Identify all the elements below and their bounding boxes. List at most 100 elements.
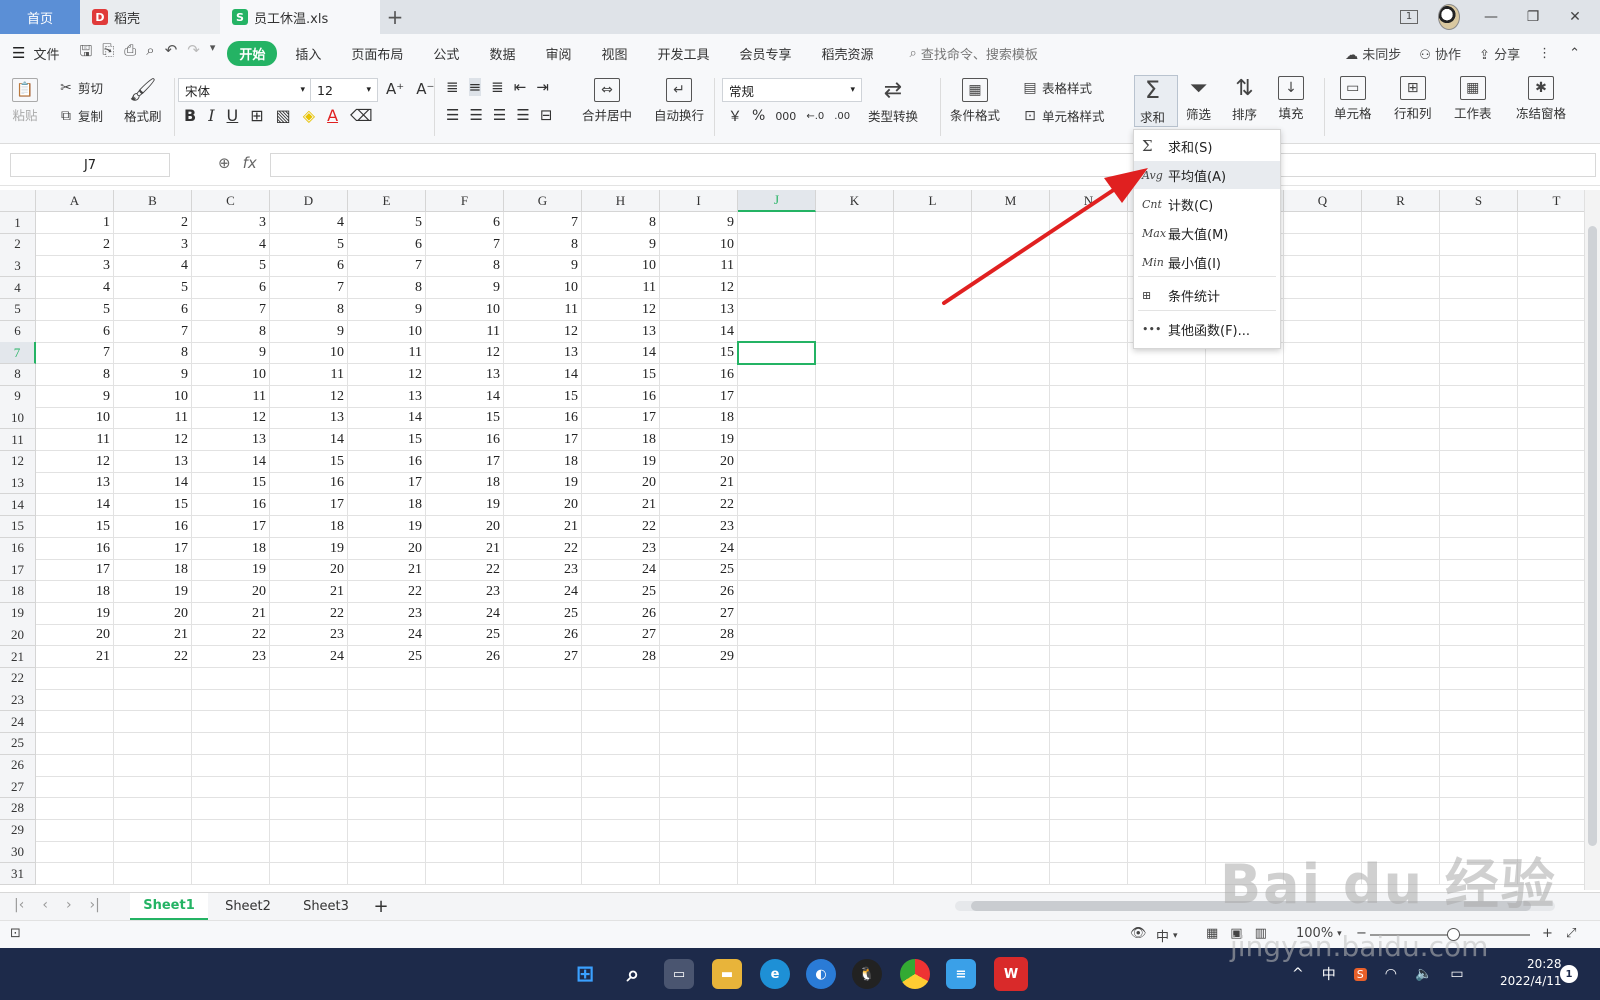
cell[interactable]: 10 xyxy=(504,277,582,300)
cell[interactable] xyxy=(894,732,972,755)
cell[interactable]: 21 xyxy=(504,515,582,538)
cell[interactable] xyxy=(1362,819,1440,842)
cell[interactable] xyxy=(894,407,972,430)
cell[interactable] xyxy=(1440,689,1518,712)
cell[interactable] xyxy=(192,711,270,734)
cell[interactable]: 8 xyxy=(270,298,348,321)
cell[interactable] xyxy=(972,646,1050,668)
cell[interactable] xyxy=(972,537,1050,560)
cell[interactable] xyxy=(1050,819,1128,842)
cell[interactable]: 19 xyxy=(36,602,114,625)
cell[interactable] xyxy=(1206,407,1284,430)
cell[interactable]: 11 xyxy=(426,320,504,343)
cell[interactable]: 16 xyxy=(114,515,192,538)
cell[interactable] xyxy=(1050,646,1128,668)
task-view-icon[interactable]: ▭ xyxy=(664,959,694,989)
sheet-tab-3[interactable]: Sheet3 xyxy=(288,893,364,920)
cell[interactable] xyxy=(1206,711,1284,734)
cell[interactable] xyxy=(1518,321,1584,343)
cell[interactable] xyxy=(504,863,582,885)
cell[interactable] xyxy=(1518,516,1584,538)
cell[interactable]: 6 xyxy=(426,212,504,234)
cell[interactable]: 20 xyxy=(660,450,738,473)
formula-input[interactable] xyxy=(270,153,1596,177)
cell[interactable]: 21 xyxy=(270,580,348,603)
row-header[interactable]: 20 xyxy=(0,624,36,647)
cell[interactable] xyxy=(972,580,1050,603)
vertical-scrollbar[interactable] xyxy=(1584,190,1600,890)
cell[interactable] xyxy=(1284,689,1362,712)
cell[interactable] xyxy=(660,732,738,755)
eraser-icon[interactable]: ⌫ xyxy=(350,106,373,125)
cell[interactable] xyxy=(1128,863,1206,885)
cell[interactable] xyxy=(894,429,972,451)
cell[interactable]: 14 xyxy=(426,385,504,408)
decrease-decimal-icon[interactable]: .00 xyxy=(834,111,850,122)
cell[interactable] xyxy=(1518,711,1584,734)
cell[interactable] xyxy=(738,754,816,777)
cell[interactable]: 25 xyxy=(348,646,426,668)
cell[interactable] xyxy=(1206,754,1284,777)
cell[interactable]: 7 xyxy=(504,212,582,234)
cell[interactable]: 10 xyxy=(192,363,270,386)
cell[interactable] xyxy=(426,732,504,755)
wps-icon[interactable]: W xyxy=(994,957,1028,991)
row-header[interactable]: 29 xyxy=(0,819,36,842)
cell[interactable]: 8 xyxy=(114,342,192,365)
row-header[interactable]: 28 xyxy=(0,797,36,820)
cell[interactable] xyxy=(192,776,270,799)
cell[interactable] xyxy=(348,732,426,755)
macro-icon[interactable]: ⊡ xyxy=(10,926,21,941)
cell[interactable] xyxy=(1284,450,1362,473)
cell[interactable]: 15 xyxy=(426,407,504,430)
cell[interactable]: 18 xyxy=(660,407,738,430)
cell[interactable] xyxy=(816,624,894,647)
cell[interactable] xyxy=(192,732,270,755)
cell[interactable] xyxy=(738,863,816,885)
cell[interactable]: 25 xyxy=(582,580,660,603)
cell[interactable]: 2 xyxy=(36,233,114,256)
row-header[interactable]: 5 xyxy=(0,298,36,321)
cell[interactable]: 17 xyxy=(582,407,660,430)
cell[interactable]: 23 xyxy=(504,559,582,582)
cell[interactable]: 15 xyxy=(270,450,348,473)
cell[interactable] xyxy=(1362,537,1440,560)
cell[interactable] xyxy=(1206,429,1284,451)
cell[interactable] xyxy=(1518,234,1584,256)
cell[interactable] xyxy=(972,667,1050,690)
cell[interactable] xyxy=(1518,277,1584,300)
row-header[interactable]: 6 xyxy=(0,320,36,343)
cell[interactable] xyxy=(114,711,192,734)
align-bottom-icon[interactable]: ≣ xyxy=(491,78,504,96)
cell[interactable] xyxy=(816,537,894,560)
cell[interactable]: 19 xyxy=(192,559,270,582)
cell[interactable] xyxy=(1050,537,1128,560)
cell[interactable] xyxy=(894,472,972,495)
cell[interactable] xyxy=(1050,602,1128,625)
last-sheet-icon[interactable]: ›| xyxy=(90,897,100,913)
row-header[interactable]: 3 xyxy=(0,255,36,278)
cell[interactable] xyxy=(1050,450,1128,473)
cell[interactable] xyxy=(1440,494,1518,517)
cell[interactable] xyxy=(270,797,348,820)
row-header[interactable]: 4 xyxy=(0,277,36,300)
cell[interactable] xyxy=(1128,711,1206,734)
cell[interactable]: 17 xyxy=(504,429,582,451)
cell[interactable] xyxy=(582,776,660,799)
cell[interactable]: 13 xyxy=(192,429,270,451)
cell[interactable] xyxy=(270,689,348,712)
cell[interactable]: 6 xyxy=(270,255,348,278)
cell[interactable] xyxy=(348,711,426,734)
cell[interactable] xyxy=(1362,711,1440,734)
cell[interactable]: 18 xyxy=(426,472,504,495)
cell[interactable] xyxy=(894,277,972,300)
cell[interactable] xyxy=(1362,472,1440,495)
cell[interactable] xyxy=(738,212,816,234)
share-button[interactable]: ⇪ 分享 xyxy=(1479,44,1520,63)
cell[interactable]: 10 xyxy=(270,342,348,365)
cell[interactable] xyxy=(972,298,1050,321)
cell[interactable] xyxy=(1050,711,1128,734)
cell[interactable]: 14 xyxy=(582,342,660,365)
cell[interactable]: 24 xyxy=(270,646,348,668)
cell[interactable] xyxy=(894,646,972,668)
